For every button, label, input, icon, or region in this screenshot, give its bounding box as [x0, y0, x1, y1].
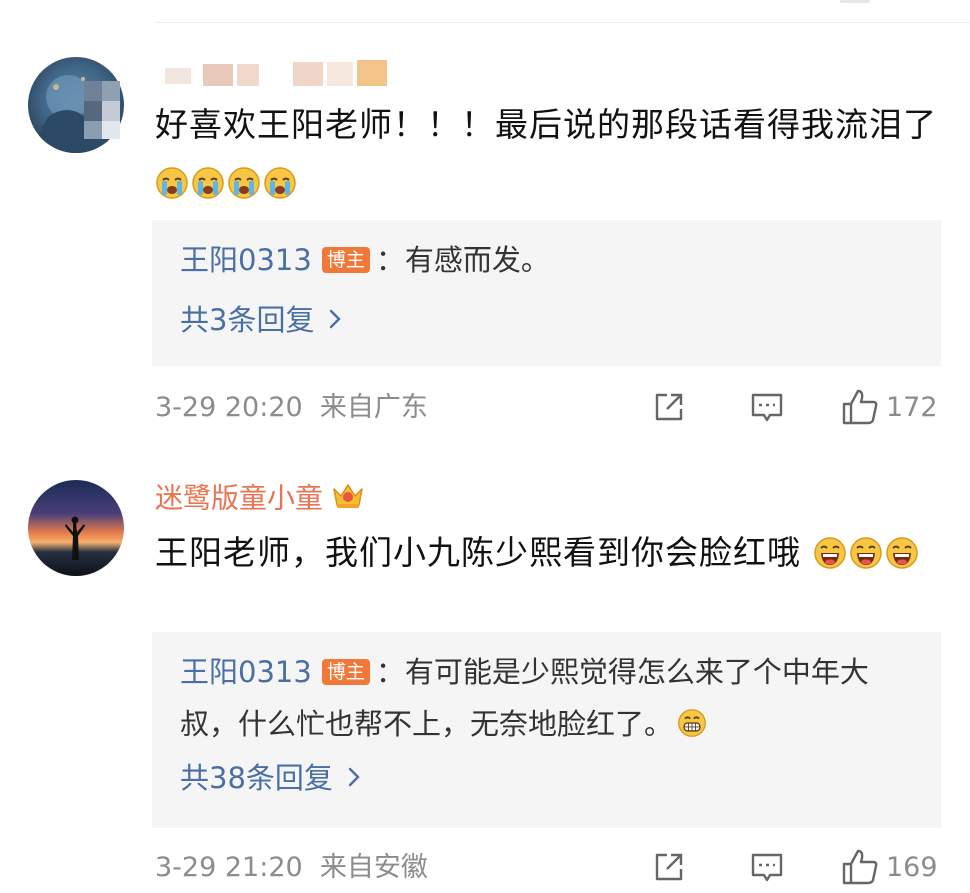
comment-icon: [751, 853, 783, 882]
blogger-badge: 博主: [321, 659, 370, 685]
blogger-badge: 博主: [321, 247, 370, 273]
crying-emoji: [228, 167, 260, 199]
comment-list: 好喜欢王阳老师！！！最后说的那段话看得我流泪了 王阳0313 博主 ：有感而发。 共…: [0, 0, 970, 893]
grin-emoji: [678, 709, 706, 737]
like-icon: [842, 849, 878, 885]
comment-item: 好喜欢王阳老师！！！最后说的那段话看得我流泪了 王阳0313 博主 ：有感而发。 共…: [0, 40, 970, 450]
divider: [840, 0, 870, 3]
username[interactable]: 迷鹭版童小童: [155, 480, 365, 519]
location: 来自安徽: [319, 852, 428, 883]
comment-button[interactable]: [748, 388, 786, 430]
reply-content: ：有感而发。: [375, 243, 550, 277]
like-button[interactable]: 169: [840, 848, 938, 890]
laughing-emoji: [849, 537, 882, 569]
crying-emoji: [156, 167, 188, 199]
reply-text: 王阳0313 博主 ：有可能是少熙觉得怎么来了个中年大叔，什么忙也帮不上，无奈地脸红…: [180, 646, 911, 750]
share-icon: [655, 853, 683, 881]
comment-meta: 3-29 20:20 来自广东: [155, 390, 428, 426]
comment-actions: 169: [650, 848, 945, 888]
laughing-emoji: [813, 537, 846, 569]
share-button[interactable]: [650, 848, 688, 890]
comment-button[interactable]: [748, 848, 786, 890]
view-replies-link[interactable]: 共38条回复: [180, 760, 361, 796]
like-count: 169: [886, 852, 938, 883]
chevron-right-icon: [347, 760, 361, 796]
crown-icon: [331, 480, 365, 519]
crying-emoji: [192, 167, 224, 199]
like-button[interactable]: 172: [840, 388, 938, 430]
divider: [155, 22, 970, 23]
comment-icon: [751, 393, 783, 422]
reply-author[interactable]: 王阳0313: [180, 655, 312, 689]
reply-author[interactable]: 王阳0313: [180, 243, 312, 277]
comment-actions: 172: [650, 388, 945, 428]
comment-item: 迷鹭版童小童 王阳老师，我们小九陈少熙看到你会脸红哦 王阳0313 博主 ：有可能是…: [0, 470, 970, 893]
crying-emoji: [264, 167, 296, 199]
timestamp: 3-29 21:20: [155, 852, 303, 883]
like-icon: [842, 389, 878, 425]
reply-text: 王阳0313 博主 ：有感而发。: [180, 234, 911, 286]
avatar[interactable]: [28, 480, 124, 576]
comment-body: 王阳老师，我们小九陈少熙看到你会脸红哦: [155, 524, 940, 582]
like-count: 172: [886, 392, 938, 423]
comment-meta: 3-29 21:20 来自安徽: [155, 850, 428, 886]
share-button[interactable]: [650, 388, 688, 430]
location: 来自广东: [319, 392, 428, 423]
laughing-emoji: [885, 537, 918, 569]
username-censored[interactable]: [155, 60, 395, 90]
timestamp: 3-29 20:20: [155, 392, 303, 423]
comment-body: 好喜欢王阳老师！！！最后说的那段话看得我流泪了: [155, 96, 940, 212]
view-replies-link[interactable]: 共3条回复: [180, 302, 342, 338]
share-icon: [655, 393, 683, 421]
reply-preview[interactable]: 王阳0313 博主 ：有可能是少熙觉得怎么来了个中年大叔，什么忙也帮不上，无奈地脸红…: [152, 632, 941, 828]
reply-preview[interactable]: 王阳0313 博主 ：有感而发。 共3条回复: [152, 220, 941, 366]
chevron-right-icon: [328, 302, 342, 338]
